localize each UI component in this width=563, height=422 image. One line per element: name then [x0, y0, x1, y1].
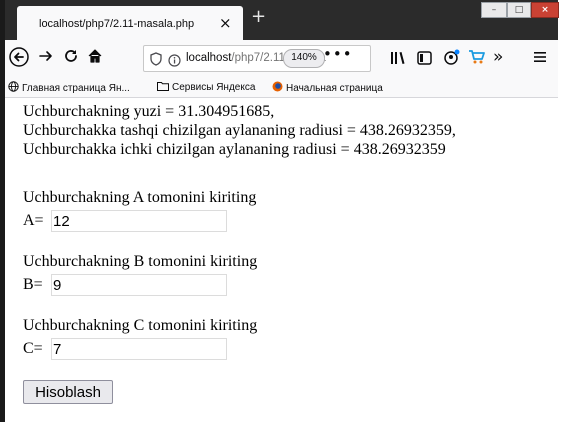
- page-content: Uchburchakning yuzi = 31.304951685, Uchb…: [5, 98, 558, 422]
- side-c-label: Uchburchakning C tomonini kiriting: [23, 317, 258, 334]
- tracking-protection-shield-icon[interactable]: [150, 51, 162, 70]
- bookmark-yandex-services[interactable]: Сервисы Яндекса: [157, 81, 255, 93]
- folder-icon: [157, 82, 169, 91]
- url-host: localhost: [186, 52, 232, 64]
- back-button[interactable]: [9, 47, 29, 72]
- side-a-row: A=: [23, 210, 233, 232]
- side-b-label: Uchburchakning B tomonini kiriting: [23, 253, 258, 270]
- close-tab-icon[interactable]: ×: [219, 14, 232, 32]
- results-block: Uchburchakning yuzi = 31.304951685, Uchb…: [23, 102, 456, 159]
- page-actions-menu-icon[interactable]: •••: [323, 45, 353, 63]
- calculate-button[interactable]: Hisoblash: [23, 380, 113, 404]
- bookmark-label: Главная страница Ян...: [22, 83, 130, 94]
- side-b-input[interactable]: [51, 274, 227, 296]
- circumradius-result: Uchburchakka tashqi chizilgan aylananing…: [23, 122, 456, 139]
- account-extension-icon[interactable]: [443, 49, 461, 70]
- side-c-prefix: C=: [23, 340, 43, 357]
- sidebar-icon[interactable]: [417, 50, 432, 70]
- firefox-icon: [272, 81, 283, 92]
- inradius-result: Uchburchakka ichki chizilgan aylananing …: [23, 141, 446, 158]
- globe-icon: [8, 81, 19, 92]
- site-info-icon[interactable]: [168, 52, 181, 71]
- hamburger-menu-icon[interactable]: [533, 49, 547, 69]
- bookmark-start-page[interactable]: Начальная страница: [272, 81, 383, 94]
- window-controls: – □ ×: [481, 2, 559, 18]
- bookmark-label: Сервисы Яндекса: [172, 82, 256, 93]
- side-a-input[interactable]: [51, 210, 227, 232]
- bookmarks-toolbar: Главная страница Ян... Сервисы Яндекса Н…: [5, 78, 558, 98]
- overflow-menu-icon[interactable]: »: [493, 47, 503, 67]
- zoom-level-badge[interactable]: 140%: [283, 49, 325, 68]
- new-tab-icon[interactable]: +: [251, 6, 266, 27]
- tab-strip: localhost/php7/2.11-masala.php × + – □ ×: [5, 0, 559, 40]
- forward-arrow-icon[interactable]: [38, 48, 54, 69]
- side-c-input[interactable]: [51, 338, 227, 360]
- side-a-prefix: A=: [23, 212, 44, 229]
- window-frame-right: [558, 0, 563, 422]
- maximize-button[interactable]: □: [507, 2, 531, 18]
- side-a-label: Uchburchakning A tomonini kiriting: [23, 189, 257, 206]
- close-window-button[interactable]: ×: [531, 2, 559, 18]
- side-b-prefix: B=: [23, 276, 43, 293]
- navigation-toolbar: localhost/php7/2.11-masala 140% ••• »: [5, 40, 558, 78]
- bookmark-yandex-main[interactable]: Главная страница Ян...: [8, 81, 130, 94]
- bookmark-label: Начальная страница: [286, 83, 383, 94]
- reload-icon[interactable]: [63, 48, 79, 69]
- side-c-row: C=: [23, 338, 233, 360]
- library-icon[interactable]: [390, 50, 406, 70]
- shopping-cart-icon[interactable]: [468, 49, 486, 70]
- minimize-button[interactable]: –: [481, 2, 507, 18]
- side-b-row: B=: [23, 274, 233, 296]
- tab-title: localhost/php7/2.11-masala.php: [39, 18, 195, 30]
- back-arrow-icon: [9, 47, 29, 67]
- tab-active[interactable]: localhost/php7/2.11-masala.php ×: [17, 6, 243, 40]
- home-icon[interactable]: [87, 48, 103, 69]
- area-result: Uchburchakning yuzi = 31.304951685,: [23, 103, 275, 120]
